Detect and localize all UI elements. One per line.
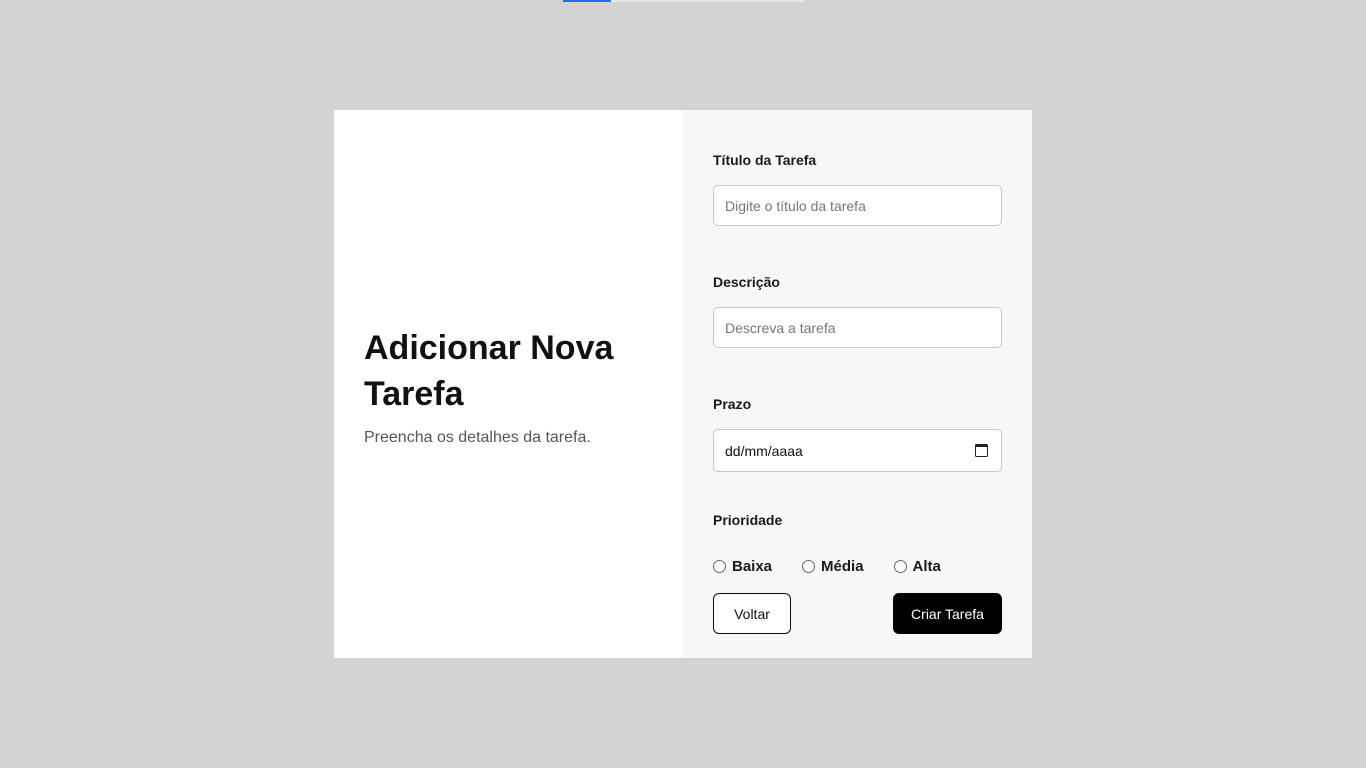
create-task-button[interactable]: Criar Tarefa [893, 593, 1002, 634]
new-task-card: Adicionar Nova Tarefa Preencha os detalh… [334, 110, 1032, 658]
priority-radio-group: Baixa Média Alta [713, 555, 1002, 577]
description-field-group: Descrição [713, 272, 1002, 348]
radio-button[interactable] [802, 559, 816, 573]
priority-option-label: Baixa [732, 557, 773, 575]
priority-option-label: Alta [912, 557, 941, 575]
description-field-label: Descrição [713, 274, 780, 290]
due-date-field-group: Prazo dd/mm/aaaa [713, 394, 1002, 472]
due-date-value: dd/mm/aaaa [725, 442, 803, 459]
title-field-group: Título da Tarefa [713, 150, 1002, 226]
top-progress-fill [563, 0, 612, 2]
priority-option-alta[interactable]: Alta [893, 557, 941, 575]
task-form: Título da Tarefa Descrição Prazo dd/mm/a… [683, 110, 1032, 658]
radio-button[interactable] [893, 559, 907, 573]
priority-option-label: Média [821, 557, 864, 575]
title-field-label: Título da Tarefa [713, 152, 817, 168]
form-actions: Voltar Criar Tarefa [713, 593, 1002, 634]
priority-field-group: Prioridade Baixa Média Alta [713, 510, 1002, 577]
description-input[interactable] [713, 307, 1002, 348]
calendar-icon[interactable] [975, 444, 988, 457]
page-title: Adicionar Nova Tarefa [364, 329, 614, 413]
intro-panel: Adicionar Nova Tarefa Preencha os detalh… [334, 110, 683, 658]
priority-option-baixa[interactable]: Baixa [713, 558, 772, 575]
title-input[interactable] [713, 185, 1002, 226]
page-subtitle: Preencha os detalhes da tarefa. [364, 429, 591, 446]
back-button[interactable]: Voltar [713, 593, 791, 634]
due-date-field-label: Prazo [713, 396, 752, 412]
due-date-input[interactable]: dd/mm/aaaa [713, 429, 1002, 472]
top-progress-bar [563, 0, 804, 2]
priority-option-media[interactable]: Média [802, 558, 864, 575]
priority-field-label: Prioridade [713, 512, 783, 528]
radio-button[interactable] [713, 559, 726, 573]
